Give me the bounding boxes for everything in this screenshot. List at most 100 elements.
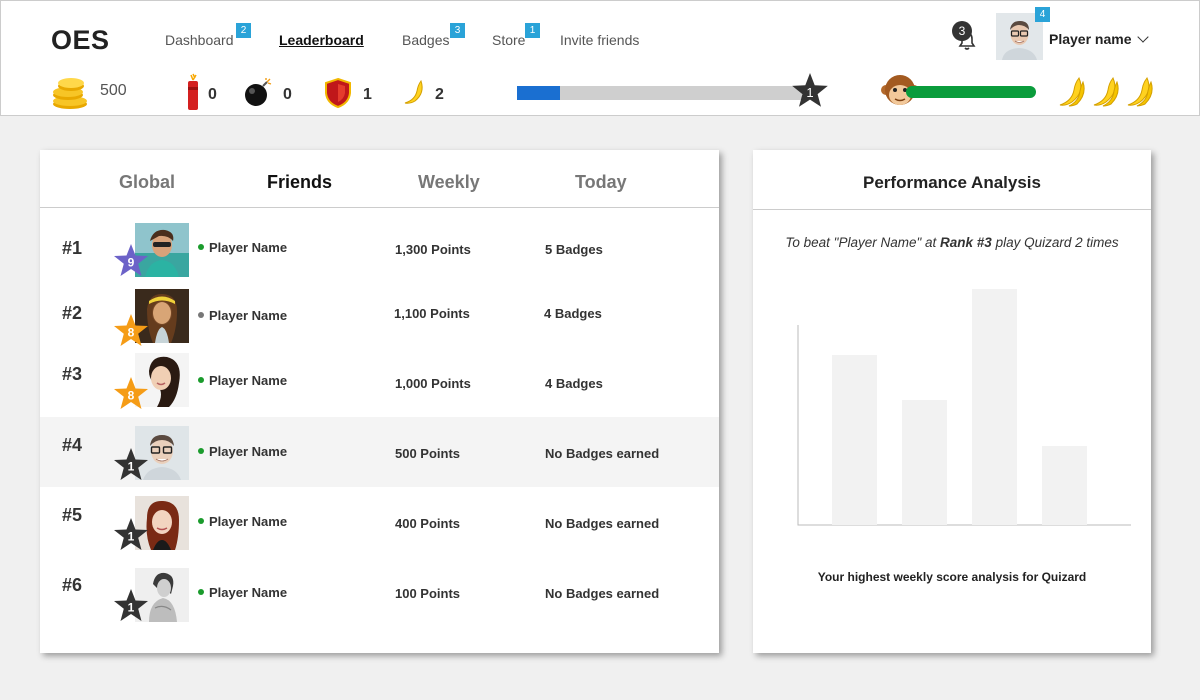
chart-bar	[972, 289, 1017, 525]
shield-count: 1	[363, 86, 372, 103]
banana-icon	[404, 79, 423, 104]
row-points: 500 Points	[395, 446, 461, 461]
level-number: 1	[806, 85, 813, 100]
level-star-icon: 1	[114, 589, 148, 621]
leaderboard-row[interactable]: #5 1 Player Name 400 Points No Badges ea…	[40, 487, 719, 557]
row-player-name: Player Name	[209, 444, 288, 459]
chart-bar	[902, 400, 947, 525]
level-star-icon: 1	[114, 518, 148, 550]
xp-progress-bar	[517, 86, 802, 100]
weekly-score-chart	[797, 289, 1131, 526]
online-status-dot	[198, 518, 204, 524]
leaderboard-row[interactable]: #3 8 Player Name 1,000 Points 4 Badges	[40, 349, 719, 419]
chart-bar	[832, 355, 877, 525]
banana-life-icon	[1093, 77, 1119, 107]
row-player-name: Player Name	[209, 308, 288, 323]
xp-progress-fill	[517, 86, 560, 100]
dynamite-icon	[188, 73, 198, 110]
performance-caption: Your highest weekly score analysis for Q…	[817, 570, 1087, 584]
row-level: 9	[128, 256, 135, 270]
notification-count[interactable]: 3	[952, 21, 972, 41]
row-badges: 5 Badges	[545, 242, 603, 257]
leaderboard-row[interactable]: #1 9 Player Name 1,300 Points 5 Badges	[40, 213, 719, 283]
nav-badges-badge: 3	[450, 23, 465, 38]
leaderboard-row-current-user[interactable]: #4 1 Player Name 500 Points No Badges ea…	[40, 417, 719, 487]
performance-tip: To beat "Player Name" at Rank #3 play Qu…	[753, 235, 1151, 250]
row-rank: #1	[62, 238, 83, 258]
row-points: 1,000 Points	[395, 376, 471, 391]
row-player[interactable]: Player Name	[198, 240, 287, 255]
leaderboard-panel: Global Friends Weekly Today #1 9 Player …	[40, 150, 719, 653]
chart-bar	[1042, 446, 1087, 525]
energy-bar	[906, 86, 1036, 98]
tip-suffix: play Quizard 2 times	[991, 235, 1119, 250]
row-player[interactable]: Player Name	[198, 585, 287, 600]
performance-panel: Performance Analysis To beat "Player Nam…	[753, 150, 1151, 653]
row-level: 8	[128, 389, 135, 403]
coins-count: 500	[100, 82, 127, 99]
tip-rank: Rank #3	[940, 235, 992, 250]
row-level: 1	[128, 530, 135, 544]
nav-badges[interactable]: Badges	[402, 32, 449, 48]
row-points: 1,100 Points	[394, 306, 470, 321]
level-star-icon: 9	[114, 244, 148, 276]
tab-today[interactable]: Today	[575, 172, 627, 193]
coins-icon	[53, 78, 87, 109]
performance-title: Performance Analysis	[753, 150, 1151, 210]
row-badges: No Badges earned	[545, 446, 660, 461]
row-player[interactable]: Player Name	[198, 444, 287, 459]
row-rank: #2	[62, 303, 83, 323]
avatar-badge: 4	[1035, 7, 1050, 22]
row-player-name: Player Name	[209, 514, 288, 529]
row-level: 1	[128, 601, 135, 615]
online-status-dot	[198, 377, 204, 383]
row-level: 8	[128, 326, 135, 340]
row-badges: No Badges earned	[545, 516, 660, 531]
nav-invite-friends[interactable]: Invite friends	[560, 32, 639, 48]
player-menu[interactable]: Player name	[1049, 31, 1149, 47]
shield-icon	[325, 77, 351, 109]
level-star-icon: 1	[792, 73, 828, 107]
nav-dashboard[interactable]: Dashboard	[165, 32, 234, 48]
row-player[interactable]: Player Name	[198, 514, 287, 529]
row-player[interactable]: Player Name	[198, 373, 287, 388]
level-star-icon: 8	[114, 314, 148, 346]
stats-bar: 500 0 0 1 2 1	[0, 69, 1200, 116]
row-points: 1,300 Points	[395, 242, 471, 257]
chevron-down-icon	[1136, 31, 1149, 43]
nav-dashboard-badge: 2	[236, 23, 251, 38]
online-status-dot	[198, 312, 204, 318]
app-logo[interactable]: OES	[51, 25, 110, 56]
row-player-name: Player Name	[209, 585, 288, 600]
row-badges: 4 Badges	[544, 306, 602, 321]
row-player[interactable]: Player Name	[198, 308, 287, 323]
banana-count: 2	[435, 86, 444, 103]
row-rank: #5	[62, 505, 83, 525]
online-status-dot	[198, 244, 204, 250]
banana-life-icon	[1059, 77, 1085, 107]
row-level: 1	[128, 460, 135, 474]
row-points: 100 Points	[395, 586, 461, 601]
leaderboard-row[interactable]: #2 8 Player Name 1,100 Points 4 Badges	[40, 281, 719, 351]
row-rank: #4	[62, 435, 83, 455]
tab-global[interactable]: Global	[119, 172, 175, 193]
level-star-icon: 8	[114, 377, 148, 409]
bomb-icon	[245, 78, 272, 106]
nav-store[interactable]: Store	[492, 32, 525, 48]
tab-weekly[interactable]: Weekly	[418, 172, 480, 193]
nav-leaderboard[interactable]: Leaderboard	[279, 32, 364, 48]
leaderboard-tabs: Global Friends Weekly Today	[40, 150, 719, 208]
row-badges: 4 Badges	[545, 376, 603, 391]
row-rank: #6	[62, 575, 83, 595]
leaderboard-row[interactable]: #6 1 Player Name 100 Points No Badges ea…	[40, 557, 719, 627]
player-name: Player name	[1049, 31, 1132, 47]
tip-prefix: To beat "Player Name" at	[785, 235, 941, 250]
row-points: 400 Points	[395, 516, 461, 531]
online-status-dot	[198, 448, 204, 454]
banana-life-icon	[1127, 77, 1153, 107]
row-player-name: Player Name	[209, 240, 288, 255]
dynamite-count: 0	[208, 86, 217, 103]
level-star-icon: 1	[114, 448, 148, 480]
tab-friends[interactable]: Friends	[267, 172, 332, 193]
row-badges: No Badges earned	[545, 586, 660, 601]
